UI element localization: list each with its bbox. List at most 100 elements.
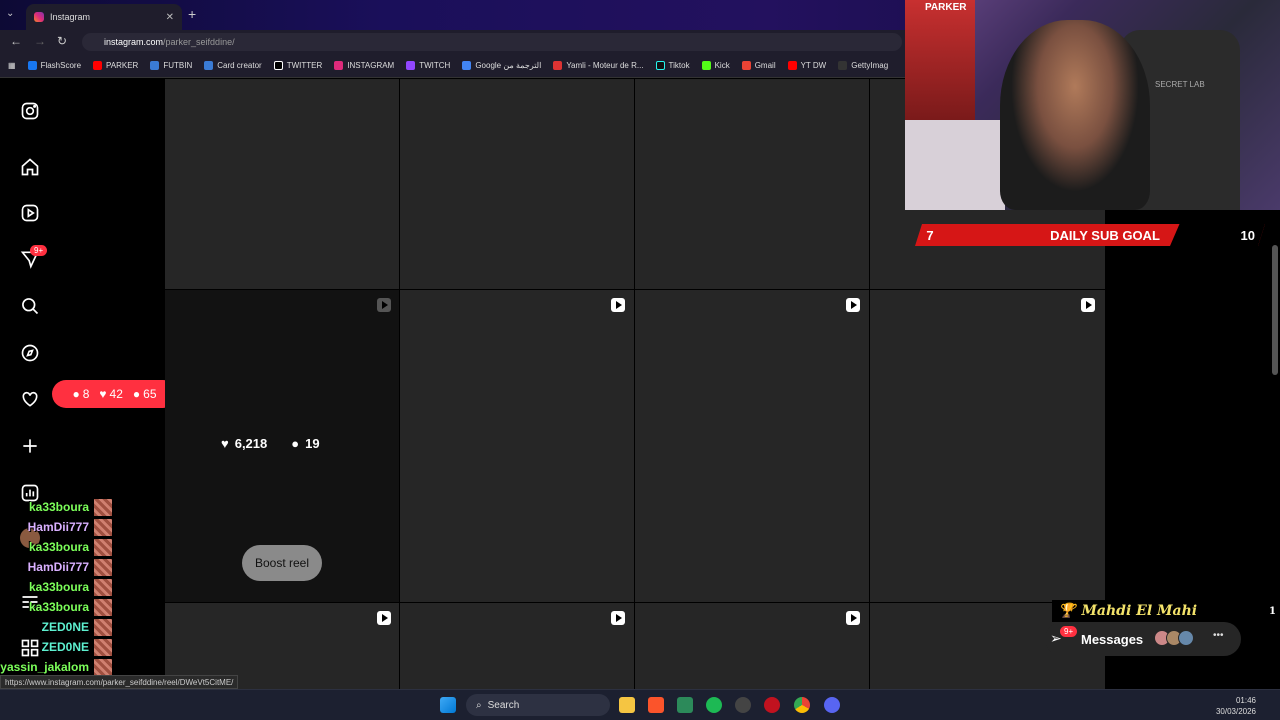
heart-icon: ♥ <box>99 387 107 401</box>
post-tile[interactable] <box>635 79 869 289</box>
home-icon[interactable] <box>20 157 40 177</box>
youtube-icon <box>93 61 103 70</box>
comments-stat: ● 19 <box>291 436 319 451</box>
streamer-webcam: PARKER SECRET LAB <box>905 0 1280 210</box>
bookmark-google-translate[interactable]: Google الترجمة من <box>462 61 541 70</box>
reel-icon <box>377 611 391 625</box>
reel-icon <box>611 298 625 312</box>
chat-username: ka33boura <box>28 500 89 514</box>
background-shelf <box>905 120 1005 210</box>
likes-value: 42 <box>109 387 123 401</box>
post-tile[interactable] <box>400 290 634 602</box>
tab-search-icon[interactable]: ⌄ <box>6 8 14 19</box>
bookmark-tiktok[interactable]: Tiktok <box>655 61 690 70</box>
comments-value: 8 <box>82 387 90 401</box>
terminal-icon[interactable] <box>677 697 693 713</box>
taskbar-search[interactable]: ⌕ Search <box>466 694 610 716</box>
bookmark-twitter[interactable]: TWITTER <box>273 61 322 70</box>
browser-tab-instagram[interactable]: Instagram ✕ <box>26 4 182 30</box>
reels-icon[interactable] <box>20 203 40 223</box>
bookmark-label: GettyImag <box>851 61 889 70</box>
chat-message: ZED0NE <box>0 637 115 657</box>
bookmark-label: INSTAGRAM <box>347 61 395 70</box>
close-tab-icon[interactable]: ✕ <box>166 12 174 23</box>
bookmark-yt-dw[interactable]: YT DW <box>787 61 827 70</box>
search-icon: ⌕ <box>476 699 482 711</box>
reload-icon[interactable]: ↻ <box>57 34 67 48</box>
post-tile[interactable] <box>870 290 1105 602</box>
post-tile[interactable] <box>635 603 869 689</box>
post-tile[interactable] <box>400 603 634 689</box>
chat-message: ka33boura <box>0 537 115 557</box>
heart-icon: ♥ <box>221 436 229 451</box>
bookmark-label: Tiktok <box>668 61 690 70</box>
apps-icon[interactable]: ▦ <box>8 61 16 70</box>
chat-message: HamDii777 <box>0 557 115 577</box>
bookmark-label: Kick <box>714 61 730 70</box>
download-icon <box>787 61 797 70</box>
bookmark-getty[interactable]: GettyImag <box>838 61 888 70</box>
system-clock[interactable]: 01:46 30/03/2026 <box>1216 695 1256 717</box>
instagram-icon <box>334 61 344 70</box>
spotify-icon[interactable] <box>706 697 722 713</box>
chat-username: yassin_jakalom <box>0 660 89 674</box>
file-explorer-icon[interactable] <box>619 697 635 713</box>
discord-icon[interactable] <box>824 697 840 713</box>
jersey: PARKER <box>905 0 975 120</box>
page-scrollbar[interactable] <box>1272 245 1278 375</box>
subgoal-target: 10 <box>1170 224 1265 246</box>
obs-icon[interactable] <box>735 697 751 713</box>
post-tile[interactable] <box>635 290 869 602</box>
chat-username: ka33boura <box>28 540 89 554</box>
notifications-heart-icon[interactable] <box>20 389 40 409</box>
chat-avatar <box>94 519 112 536</box>
bookmark-futbin[interactable]: FUTBIN <box>150 61 192 70</box>
post-hover-stats: ♥ 6,218 ● 19 <box>221 436 320 451</box>
create-plus-icon[interactable] <box>20 436 40 456</box>
bookmark-label: FUTBIN <box>163 61 193 70</box>
bookmark-kick[interactable]: Kick <box>701 61 730 70</box>
explore-icon[interactable] <box>20 343 40 363</box>
windows-start-icon[interactable] <box>440 697 456 713</box>
boost-reel-button[interactable]: Boost reel <box>242 545 322 581</box>
bookmark-flashscore[interactable]: FlashScore <box>27 61 82 70</box>
comment-icon: ● <box>72 387 80 401</box>
hover-url-status: https://www.instagram.com/parker_seifddi… <box>0 675 239 689</box>
bookmark-parker[interactable]: PARKER <box>93 61 138 70</box>
url-field[interactable]: instagram.com/parker_seifddine/ <box>82 33 902 51</box>
chair-brand: SECRET LAB <box>1155 80 1205 89</box>
facebook-icon <box>27 61 37 70</box>
trophy-icon: 🏆 <box>1058 603 1076 619</box>
chat-avatar <box>94 619 112 636</box>
bookmark-gmail[interactable]: Gmail <box>741 61 776 70</box>
notifications-pill[interactable]: ● 8 ♥ 42 ● 65 <box>52 380 177 408</box>
bookmark-instagram[interactable]: INSTAGRAM <box>334 61 394 70</box>
chrome-icon[interactable] <box>794 697 810 713</box>
person-icon: ● <box>132 387 141 401</box>
forward-icon[interactable]: → <box>34 34 46 48</box>
brave-icon[interactable] <box>648 697 664 713</box>
bookmark-label: FlashScore <box>40 61 82 70</box>
more-dots-icon[interactable]: ••• <box>1213 630 1224 641</box>
bookmark-yamli[interactable]: Yamli - Moteur de R... <box>553 61 644 70</box>
reel-icon <box>1081 298 1095 312</box>
post-tile[interactable] <box>165 79 399 289</box>
reel-icon <box>377 298 391 312</box>
chat-message: ZED0NE <box>0 617 115 637</box>
chat-message: HamDii777 <box>0 517 115 537</box>
follower-count: 1 <box>1269 605 1276 617</box>
search-icon[interactable] <box>20 296 40 316</box>
chat-avatar <box>94 579 112 596</box>
reel-icon <box>846 611 860 625</box>
bookmark-twitch[interactable]: TWITCH <box>406 61 450 70</box>
bookmark-card-creator[interactable]: Card creator <box>204 61 262 70</box>
post-tile[interactable] <box>400 79 634 289</box>
instagram-logo-icon[interactable] <box>20 101 40 121</box>
clock-time: 01:46 <box>1235 696 1256 705</box>
opera-icon[interactable] <box>764 697 780 713</box>
bookmark-label: YT DW <box>800 61 827 70</box>
new-tab-icon[interactable]: + <box>188 6 196 22</box>
back-icon[interactable]: ← <box>10 34 22 48</box>
messages-count-badge: 9+ <box>1060 626 1078 637</box>
url-path: /parker_seifddine/ <box>163 37 235 47</box>
